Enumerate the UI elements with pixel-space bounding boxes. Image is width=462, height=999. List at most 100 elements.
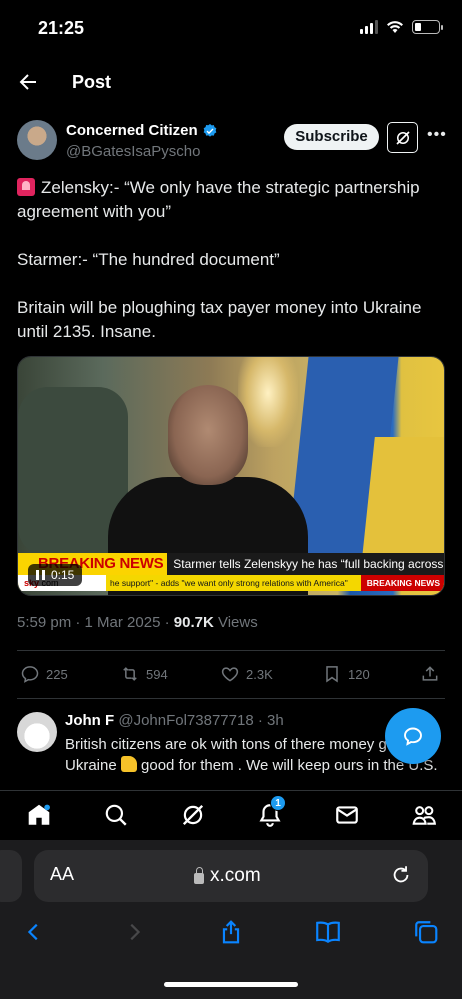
lock-icon	[194, 866, 204, 884]
share-button[interactable]	[420, 664, 440, 684]
wifi-icon	[387, 21, 403, 33]
ticker-tag: BREAKING NEWS	[360, 575, 444, 591]
post-header: Post	[0, 62, 462, 104]
search-icon	[105, 804, 127, 826]
previous-tab-preview[interactable]	[0, 850, 22, 902]
nav-grok[interactable]	[179, 801, 207, 829]
url-text: x.com	[210, 865, 261, 886]
post-date: 1 Mar 2025	[84, 614, 161, 631]
chevron-right-icon	[130, 923, 141, 941]
video-time: 0:15	[51, 568, 75, 582]
pause-icon	[36, 570, 45, 580]
reply-text-part-b: good for them . We will keep ours in the…	[141, 757, 438, 774]
bookmarks-button[interactable]	[314, 918, 342, 946]
reader-settings-button[interactable]: AA	[50, 864, 74, 885]
battery-icon	[412, 20, 443, 34]
compose-reply-button[interactable]	[385, 708, 441, 764]
like-count: 2.3K	[246, 666, 273, 682]
views-count[interactable]: 90.7K	[174, 614, 214, 631]
browser-share-button[interactable]	[217, 918, 245, 946]
heart-icon	[221, 667, 239, 682]
post-time: 5:59 pm	[17, 614, 72, 631]
video-flag-yellow	[361, 437, 444, 567]
status-icons	[360, 20, 443, 34]
repost-button[interactable]: 594	[120, 664, 168, 684]
nav-home[interactable]	[25, 801, 53, 829]
post-meta: 5:59 pm · 1 Mar 2025 · 90.7K Views	[17, 614, 258, 631]
news-lower-third: BREAKING NEWS Starmer tells Zelenskyy he…	[18, 553, 444, 575]
reply-icon	[21, 666, 39, 683]
reply-avatar[interactable]	[17, 712, 57, 752]
bottom-navigation: 1	[0, 790, 462, 840]
back-arrow-icon[interactable]	[16, 70, 40, 94]
mail-icon	[336, 806, 358, 824]
people-icon	[412, 806, 436, 825]
siren-emoji-icon	[17, 178, 35, 196]
views-label: Views	[217, 614, 258, 631]
home-indicator[interactable]	[164, 982, 298, 987]
reply-button[interactable]: 225	[20, 664, 68, 684]
post-author: Concerned Citizen @BGatesIsaPyscho Subsc…	[17, 118, 447, 168]
page-title: Post	[72, 72, 112, 92]
reply-author-name[interactable]: John F	[65, 712, 114, 729]
nav-communities[interactable]	[410, 801, 438, 829]
reload-icon[interactable]	[390, 864, 412, 886]
verified-badge-icon	[203, 123, 217, 137]
share-icon	[222, 920, 240, 944]
address-bar[interactable]: AA x.com	[34, 850, 428, 902]
news-headline: Starmer tells Zelenskyy he has “full bac…	[167, 553, 444, 575]
news-ticker: sky com he support" - adds "we want only…	[18, 575, 444, 591]
bookmark-count: 120	[348, 666, 370, 682]
avatar[interactable]	[17, 120, 57, 160]
browser-forward-button[interactable]	[120, 918, 148, 946]
grok-icon	[395, 130, 410, 145]
home-icon	[28, 804, 50, 825]
ticker-text: he support" - adds "we want only strong …	[106, 575, 361, 591]
chevron-left-icon	[27, 923, 38, 941]
more-options-icon[interactable]: •••	[427, 126, 447, 144]
url-display[interactable]: x.com	[194, 865, 261, 887]
nav-messages[interactable]	[333, 801, 361, 829]
repost-count: 594	[146, 666, 168, 682]
tweet-text: Zelensky:- “We only have the strategic p…	[17, 176, 447, 368]
chat-bubble-icon	[404, 727, 422, 746]
reply-author-handle[interactable]: @JohnFol73877718	[118, 712, 253, 729]
bookmark-button[interactable]: 120	[322, 664, 370, 684]
reply-separator: ·	[257, 712, 263, 729]
tweet-paragraph-1: Zelensky:- “We only have the strategic p…	[17, 176, 447, 224]
video-person-head	[168, 385, 248, 485]
status-bar: 21:25	[0, 0, 462, 58]
tweet-line-1: Zelensky:- “We only have the strategic p…	[17, 178, 420, 221]
bookmark-icon	[326, 666, 338, 683]
author-handle[interactable]: @BGatesIsaPyscho	[66, 143, 200, 160]
tweet-video[interactable]: BREAKING NEWS Starmer tells Zelenskyy he…	[17, 356, 445, 596]
browser-chrome: AA x.com	[0, 840, 462, 999]
reply-header: John F @JohnFol73877718 · 3h	[65, 712, 284, 729]
tweet-paragraph-2: Starmer:- “The hundred document”	[17, 250, 280, 269]
tweet-paragraph-3: Britain will be ploughing tax payer mone…	[17, 298, 422, 341]
notification-badge: 1	[270, 795, 286, 811]
grok-icon	[182, 804, 204, 826]
divider	[17, 650, 445, 651]
aa-label: AA	[50, 864, 75, 884]
cellular-signal-icon	[360, 20, 378, 34]
divider	[17, 698, 445, 699]
thumbs-up-emoji-icon	[120, 756, 137, 772]
tabs-button[interactable]	[412, 918, 440, 946]
subscribe-button[interactable]: Subscribe	[284, 124, 379, 150]
book-icon	[316, 921, 340, 943]
reply-item[interactable]: John F @JohnFol73877718 · 3h British cit…	[17, 710, 447, 790]
action-bar: 225 594 2.3K 120	[20, 664, 445, 688]
grok-button[interactable]	[387, 122, 418, 153]
video-timer[interactable]: 0:15	[28, 564, 83, 586]
browser-back-button[interactable]	[20, 918, 48, 946]
share-icon	[422, 666, 438, 681]
repost-icon	[123, 667, 137, 681]
like-button[interactable]: 2.3K	[220, 664, 273, 684]
reply-age: 3h	[267, 712, 284, 729]
tabs-icon	[415, 921, 438, 944]
nav-search[interactable]	[102, 801, 130, 829]
reply-count: 225	[46, 666, 68, 682]
status-time: 21:25	[38, 18, 85, 38]
author-name-row[interactable]: Concerned Citizen	[66, 122, 218, 139]
